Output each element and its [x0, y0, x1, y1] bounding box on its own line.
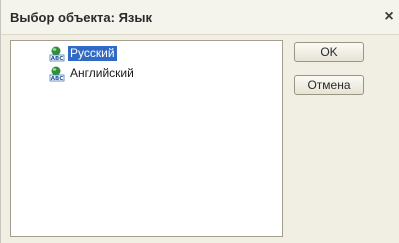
- dialog-title: Выбор объекта: Язык: [10, 10, 152, 25]
- close-icon[interactable]: ×: [381, 8, 397, 26]
- title-divider: [1, 34, 399, 35]
- cancel-button[interactable]: Отмена: [294, 75, 364, 95]
- language-abc-icon: ABC: [49, 66, 65, 82]
- list-item-label: Русский: [68, 46, 117, 61]
- svg-text:ABC: ABC: [51, 56, 64, 62]
- title-bar: Выбор объекта: Язык ×: [1, 0, 399, 34]
- dialog-window: Выбор объекта: Язык × ABC Русский ABC Ан…: [0, 0, 399, 243]
- language-abc-icon: ABC: [49, 46, 65, 62]
- svg-text:ABC: ABC: [51, 76, 64, 82]
- object-list[interactable]: ABC Русский ABC Английский: [10, 40, 283, 237]
- ok-button[interactable]: OK: [294, 42, 364, 62]
- list-item-label: Английский: [70, 66, 134, 80]
